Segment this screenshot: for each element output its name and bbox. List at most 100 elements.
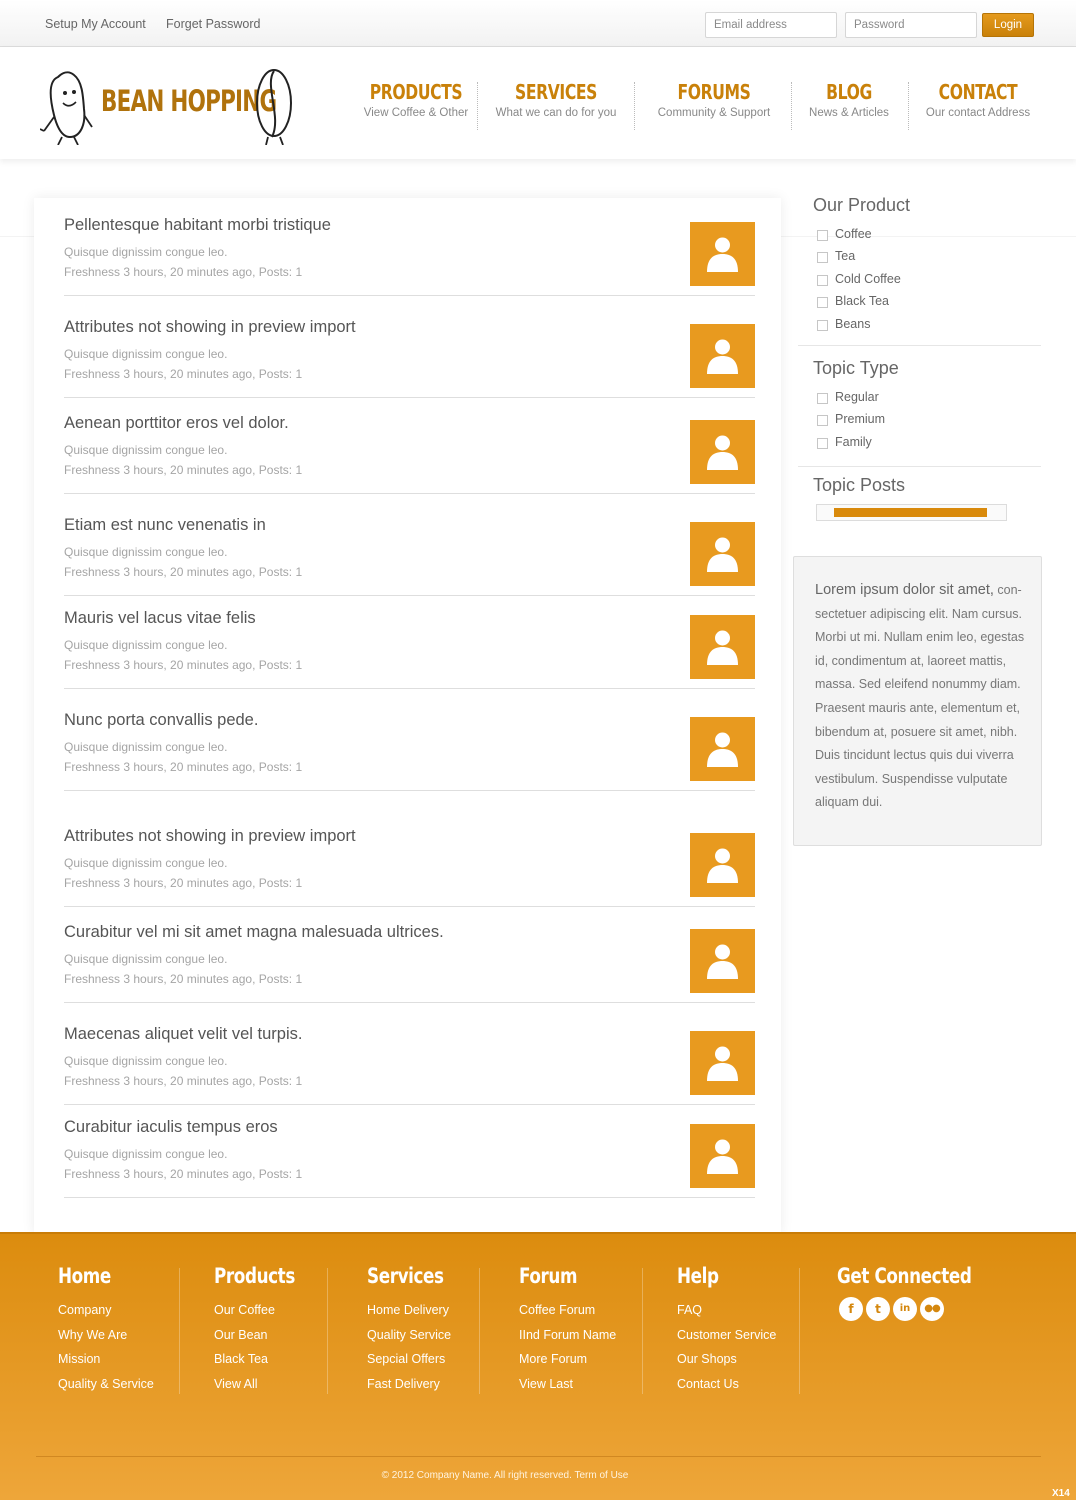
- topic-title[interactable]: Maecenas aliquet velit vel turpis.: [64, 1025, 302, 1044]
- setup-account-link[interactable]: Setup My Account: [45, 17, 146, 31]
- footer-link[interactable]: Contact Us: [677, 1372, 776, 1397]
- user-silhouette: [707, 630, 738, 665]
- footer-link[interactable]: Why We Are: [58, 1323, 154, 1348]
- nav-contact[interactable]: CONTACT Our contact Address: [922, 80, 1034, 132]
- topic-row: Attributes not showing in preview import…: [64, 809, 755, 907]
- facebook-icon[interactable]: f: [839, 1297, 863, 1321]
- checkbox-label: Premium: [835, 412, 886, 426]
- twitter-icon[interactable]: t: [866, 1297, 890, 1321]
- topic-meta: Freshness 3 hours, 20 minutes ago, Posts…: [64, 463, 303, 477]
- password-input[interactable]: [845, 12, 977, 38]
- checkbox-box[interactable]: [817, 438, 828, 449]
- topic-posts-range-slider[interactable]: [816, 504, 1007, 521]
- footer-link[interactable]: Sepcial Offers: [367, 1347, 463, 1372]
- footer-link[interactable]: Our Coffee: [214, 1298, 315, 1323]
- user-avatar-icon[interactable]: [690, 615, 755, 679]
- topic-posts-heading: Topic Posts: [813, 475, 906, 495]
- footer-link[interactable]: Our Shops: [677, 1347, 776, 1372]
- site-header: BEAN HOPPING PRODUCTS View Coffee & Othe…: [0, 47, 1076, 159]
- linkedin-icon[interactable]: in: [893, 1297, 917, 1321]
- footer-link[interactable]: Black Tea: [214, 1347, 315, 1372]
- slider-range-fill: [834, 508, 987, 517]
- nav-divider: [634, 82, 635, 130]
- footer-heading: Home: [58, 1264, 111, 1288]
- topic-title[interactable]: Curabitur vel mi sit amet magna malesuad…: [64, 923, 444, 942]
- topic-subtitle: Quisque dignissim congue leo.: [64, 545, 228, 559]
- footer-link[interactable]: Quality & Service: [58, 1372, 154, 1397]
- topic-subtitle: Quisque dignissim congue leo.: [64, 245, 228, 259]
- user-avatar-icon[interactable]: [690, 1031, 755, 1095]
- topic-subtitle: Quisque dignissim congue leo.: [64, 638, 228, 652]
- footer-link[interactable]: Coffee Forum: [519, 1298, 616, 1323]
- footer-link[interactable]: View All: [214, 1372, 315, 1397]
- checkbox-box[interactable]: [817, 252, 828, 263]
- footer-link[interactable]: View Last: [519, 1372, 616, 1397]
- topic-title[interactable]: Aenean porttitor eros vel dolor.: [64, 414, 289, 433]
- top-bar: Setup My Account Forget Password Login: [0, 0, 1076, 47]
- topic-title[interactable]: Curabitur iaculis tempus eros: [64, 1118, 278, 1137]
- topic-title[interactable]: Pellentesque habitant morbi tristique: [64, 216, 331, 235]
- footer-link[interactable]: Quality Service: [367, 1323, 463, 1348]
- topic-row: Nunc porta convallis pede. Quisque dignis…: [64, 693, 755, 791]
- user-avatar-icon[interactable]: [690, 929, 755, 993]
- sidebar-divider: [798, 345, 1041, 346]
- forget-password-link[interactable]: Forget Password: [166, 17, 260, 31]
- topic-row: Attributes not showing in preview import…: [64, 300, 755, 398]
- topic-title[interactable]: Etiam est nunc venenatis in: [64, 516, 266, 535]
- checkbox-box[interactable]: [817, 393, 828, 404]
- footer-link[interactable]: IInd Forum Name: [519, 1323, 616, 1348]
- footer-link[interactable]: Mission: [58, 1347, 154, 1372]
- nav-title: SERVICES: [514, 80, 597, 104]
- email-input[interactable]: [705, 12, 837, 38]
- info-text-lead: Lorem ipsum dolor sit amet,: [815, 582, 994, 598]
- topic-title[interactable]: Attributes not showing in preview import: [64, 318, 356, 337]
- info-text-box: Lorem ipsum dolor sit amet, con-sectetue…: [793, 556, 1042, 846]
- topic-title[interactable]: Nunc porta convallis pede.: [64, 711, 258, 730]
- footer-heading: Services: [367, 1264, 444, 1288]
- checkbox-box[interactable]: [817, 415, 828, 426]
- user-avatar-icon[interactable]: [690, 324, 755, 388]
- topic-subtitle: Quisque dignissim congue leo.: [64, 740, 228, 754]
- logo[interactable]: BEAN HOPPING: [40, 65, 300, 145]
- checkbox-box[interactable]: [817, 275, 828, 286]
- user-silhouette: [707, 435, 738, 470]
- user-avatar-icon[interactable]: [690, 717, 755, 781]
- footer-link[interactable]: Our Bean: [214, 1323, 315, 1348]
- topic-meta: Freshness 3 hours, 20 minutes ago, Posts…: [64, 367, 303, 381]
- user-avatar-icon[interactable]: [690, 1124, 755, 1188]
- nav-blog[interactable]: BLOG News & Articles: [804, 80, 894, 132]
- footer-heading: Forum: [519, 1264, 578, 1288]
- nav-products[interactable]: PRODUCTS View Coffee & Other: [351, 80, 481, 132]
- topic-type-heading: Topic Type: [813, 358, 899, 378]
- footer-link[interactable]: More Forum: [519, 1347, 616, 1372]
- user-silhouette: [707, 732, 738, 767]
- user-avatar-icon[interactable]: [690, 833, 755, 897]
- site-footer: Home Company Why We Are Mission Quality …: [0, 1232, 1076, 1500]
- topic-subtitle: Quisque dignissim congue leo.: [64, 443, 228, 457]
- user-silhouette: [707, 537, 738, 572]
- nav-services[interactable]: SERVICES What we can do for you: [491, 80, 621, 132]
- checkbox-box[interactable]: [817, 320, 828, 331]
- logo-text: BEAN HOPPING: [101, 84, 277, 118]
- footer-link[interactable]: Customer Service: [677, 1323, 776, 1348]
- footer-link[interactable]: Company: [58, 1298, 154, 1323]
- our-product-heading: Our Product: [813, 195, 911, 215]
- checkbox-label: Regular: [835, 390, 879, 404]
- flickr-icon[interactable]: ●●: [920, 1297, 944, 1321]
- user-avatar-icon[interactable]: [690, 522, 755, 586]
- footer-link[interactable]: Fast Delivery: [367, 1372, 463, 1397]
- footer-link[interactable]: Home Delivery: [367, 1298, 463, 1323]
- topic-meta: Freshness 3 hours, 20 minutes ago, Posts…: [64, 972, 303, 986]
- login-button[interactable]: Login: [982, 13, 1034, 37]
- topic-title[interactable]: Mauris vel lacus vitae felis: [64, 609, 256, 628]
- user-avatar-icon[interactable]: [690, 222, 755, 286]
- user-silhouette: [707, 1139, 738, 1174]
- user-avatar-icon[interactable]: [690, 420, 755, 484]
- checkbox-box[interactable]: [817, 230, 828, 241]
- nav-forums[interactable]: FORUMS Community & Support: [649, 80, 779, 132]
- topic-title[interactable]: Attributes not showing in preview import: [64, 827, 356, 846]
- footer-link[interactable]: FAQ: [677, 1298, 776, 1323]
- topic-subtitle: Quisque dignissim congue leo.: [64, 1054, 228, 1068]
- checkbox-box[interactable]: [817, 297, 828, 308]
- topic-meta: Freshness 3 hours, 20 minutes ago, Posts…: [64, 265, 303, 279]
